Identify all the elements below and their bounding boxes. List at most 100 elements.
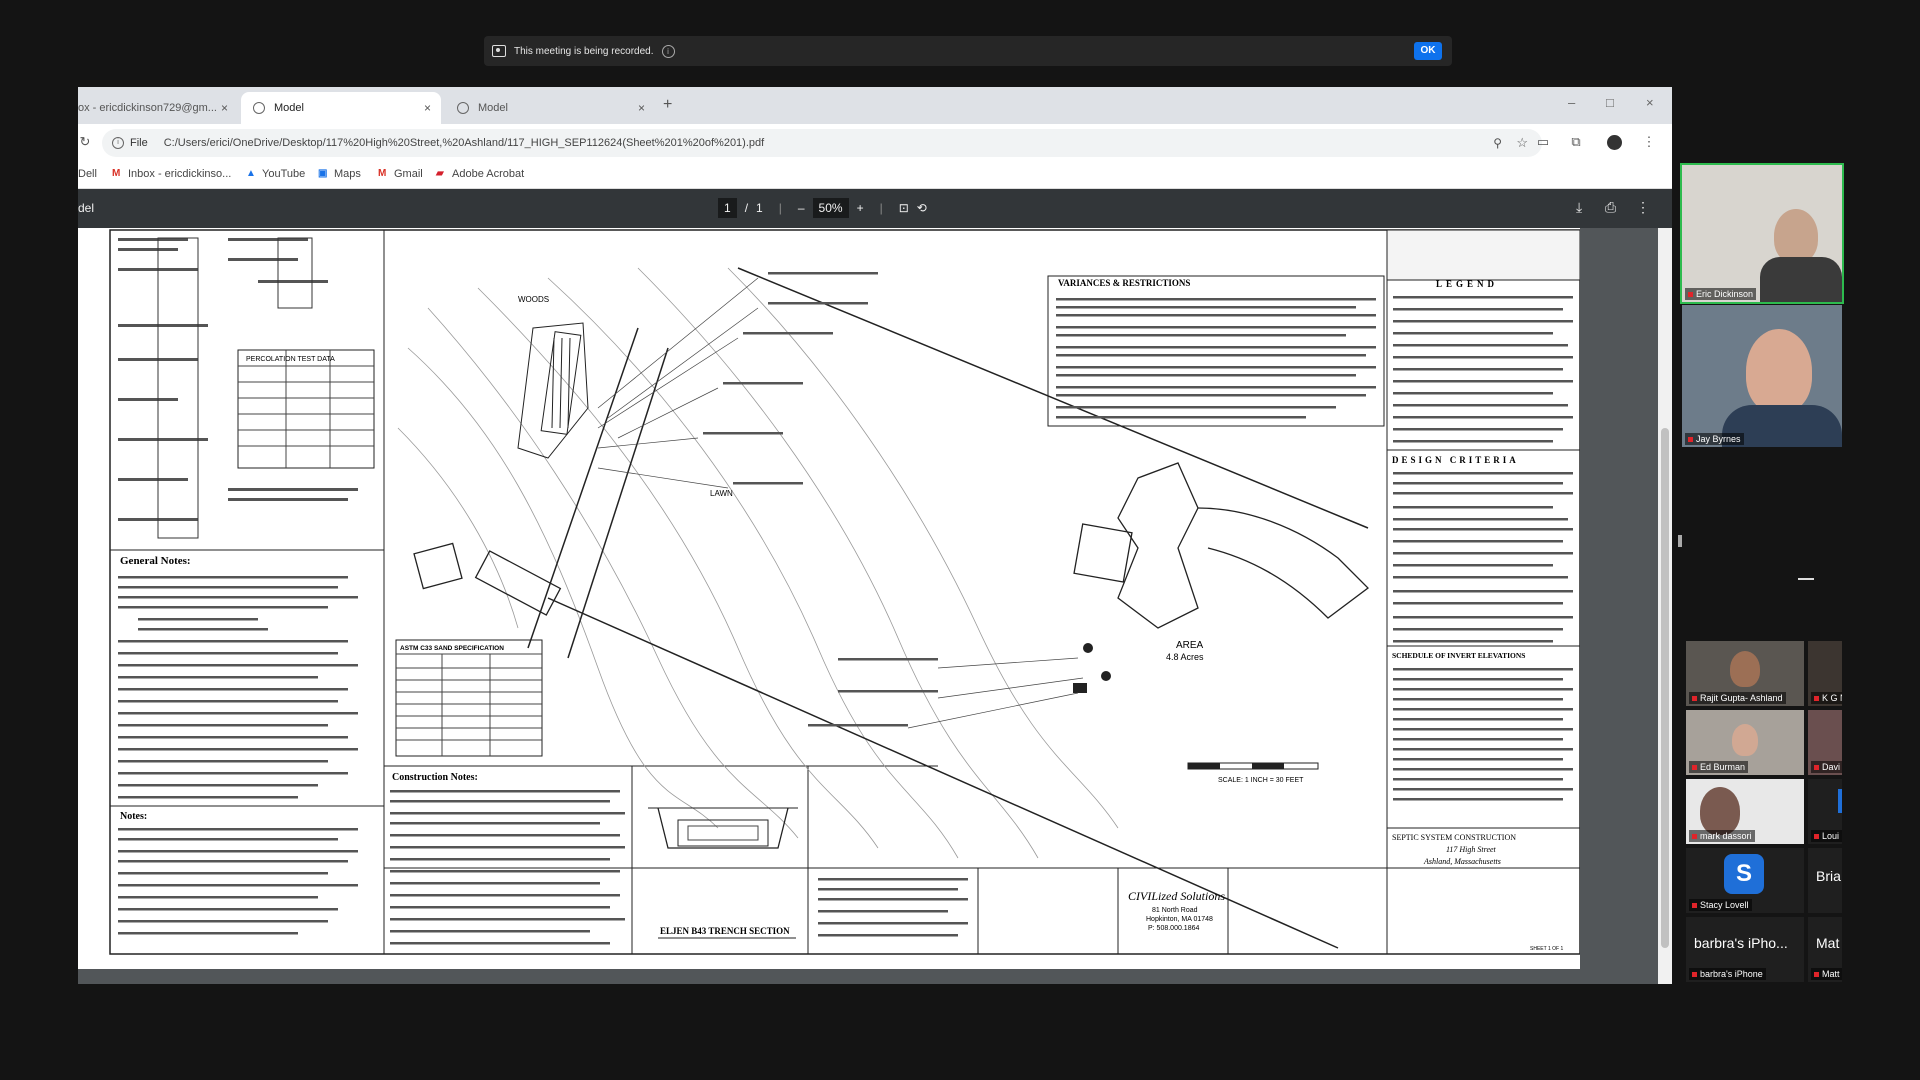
zoom-out-button[interactable]: – (798, 201, 805, 215)
address-bar[interactable]: i File C:/Users/erici/OneDrive/Desktop/1… (102, 129, 1542, 157)
bookmark-inbox[interactable]: M Inbox - ericdickinso... (112, 168, 231, 180)
info-icon[interactable]: i (661, 44, 675, 58)
pdf-toolbar: del 1 / 1 | – 50% + | ⊡ ⟲ ⤓ ⎙ ⋮ (78, 189, 1672, 228)
astm-title: ASTM C33 SAND SPECIFICATION (400, 645, 504, 652)
participant-tile-stacy-lovell[interactable]: S Stacy Lovell (1686, 848, 1804, 913)
pdf-scrollbar[interactable] (1658, 228, 1672, 984)
pdf-title: del (78, 201, 95, 215)
participant-video (1746, 329, 1812, 413)
participant-name: Ed Burman (1689, 761, 1749, 773)
area-value: 4.8 Acres (1166, 652, 1204, 662)
participant-tile-ed-burman[interactable]: Ed Burman (1686, 710, 1804, 775)
participant-tile-barbras-iphone[interactable]: barbra's iPho... barbra's iPhone (1686, 917, 1804, 982)
maximize-button[interactable]: □ (1606, 95, 1614, 110)
participant-video (1774, 209, 1818, 263)
recording-banner: This meeting is being recorded. i OK (484, 36, 1452, 66)
bookmark-youtube[interactable]: ▲ YouTube (246, 168, 305, 180)
page-separator: / (744, 201, 749, 215)
print-icon[interactable]: ⎙ (1605, 199, 1616, 216)
address-scheme-label: File (130, 137, 148, 149)
invert-title: SCHEDULE OF INVERT ELEVATIONS (1392, 651, 1525, 660)
participant-tile-k-g[interactable]: K G Ne (1808, 641, 1842, 706)
bookmark-adobe-acrobat[interactable]: ▰ Adobe Acrobat (436, 168, 524, 180)
firm-address-1: 81 North Road (1152, 907, 1198, 914)
bookmark-label: YouTube (262, 168, 306, 180)
participant-video (1700, 787, 1740, 835)
collapse-gallery-icon[interactable] (1798, 578, 1814, 580)
more-options-icon[interactable]: ⋮ (1636, 199, 1650, 216)
maps-icon: ▣ (318, 168, 328, 179)
zoom-level-input[interactable]: 50% (812, 198, 849, 218)
trench-section-title: ELJEN B43 TRENCH SECTION (660, 926, 790, 936)
reload-icon[interactable]: ↻ (78, 135, 92, 149)
rotate-icon[interactable]: ⟲ (917, 201, 927, 215)
info-icon[interactable]: i (112, 137, 124, 149)
close-tab-icon[interactable]: × (424, 101, 431, 115)
bookmark-star-icon[interactable]: ☆ (1516, 135, 1528, 151)
drawing-sheet: PERCOLATION TEST DATA General Notes: Not… (78, 228, 1580, 969)
pdf-viewport[interactable]: PERCOLATION TEST DATA General Notes: Not… (78, 228, 1672, 984)
profile-avatar-icon[interactable] (1607, 135, 1622, 150)
download-icon[interactable]: ⤓ (1576, 199, 1582, 216)
tab-label: Model (274, 102, 304, 114)
bookmark-label: Dell (78, 168, 97, 180)
percolation-title: PERCOLATION TEST DATA (246, 356, 335, 363)
participant-tile-rajit-gupta[interactable]: Rajit Gupta- Ashland (1686, 641, 1804, 706)
participant-name: mark dassori (1689, 830, 1755, 842)
participant-tile-bria[interactable]: Bria (1808, 848, 1842, 913)
new-tab-button[interactable]: + (663, 96, 672, 114)
legend-title: LEGEND (1436, 279, 1498, 289)
participant-tile-jay-byrnes[interactable]: Jay Byrnes (1682, 305, 1842, 447)
tab-model[interactable]: Model × (445, 92, 655, 124)
bookmark-label: Maps (334, 168, 361, 180)
zoom-search-icon[interactable]: ⚲ (1493, 136, 1502, 150)
participant-name: Stacy Lovell (1689, 899, 1752, 911)
participant-tile-loui[interactable]: Loui (1808, 779, 1842, 844)
participant-tile-matt[interactable]: Mat Matt (1808, 917, 1842, 982)
area-label: AREA (1176, 640, 1204, 651)
firm-name: CIVILized Solutions (1128, 889, 1225, 903)
scrollbar-thumb[interactable] (1661, 428, 1669, 948)
participant-name: Matt (1811, 968, 1842, 980)
fit-page-icon[interactable]: ⊡ (899, 201, 909, 215)
browser-window: ox - ericdickinson729@gm... × Model × Mo… (78, 87, 1672, 984)
tab-search-icon[interactable]: ▭ (1536, 135, 1550, 149)
address-url[interactable]: C:/Users/erici/OneDrive/Desktop/117%20Hi… (164, 137, 764, 149)
variances-title: VARIANCES & RESTRICTIONS (1058, 278, 1190, 288)
tab-label: Model (478, 102, 508, 114)
close-window-button[interactable]: × (1646, 95, 1654, 110)
page-number-input[interactable]: 1 (718, 198, 737, 218)
participant-tile-eric-dickinson[interactable]: Eric Dickinson (1680, 163, 1844, 304)
gmail-icon: M (378, 168, 387, 179)
menu-icon[interactable]: ⋮ (1642, 135, 1656, 149)
participant-tile-davi[interactable]: Davi (1808, 710, 1842, 775)
firm-address-2: Hopkinton, MA 01748 (1146, 916, 1213, 923)
acrobat-icon: ▰ (436, 168, 444, 179)
bookmark-maps[interactable]: ▣ Maps (318, 168, 361, 180)
extensions-icon[interactable]: ⧉ (1569, 135, 1583, 149)
globe-icon (457, 102, 469, 114)
lawn-label: LAWN (710, 489, 733, 498)
bookmarks-bar: Dell M Inbox - ericdickinso... ▲ YouTube ▣… (78, 162, 1672, 189)
tab-model-active[interactable]: Model × (241, 92, 441, 124)
close-tab-icon[interactable]: × (638, 101, 645, 115)
panel-divider-handle[interactable] (1678, 535, 1682, 547)
woods-label: WOODS (518, 295, 549, 304)
zoom-in-button[interactable]: + (857, 201, 864, 215)
close-tab-icon[interactable]: × (221, 101, 228, 115)
drive-icon: ▲ (246, 168, 256, 179)
tab-label: ox - ericdickinson729@gm... (78, 102, 217, 114)
participant-tile-mark-dassori[interactable]: mark dassori (1686, 779, 1804, 844)
participant-name-large: Mat (1816, 935, 1840, 951)
page-total: 1 (756, 201, 763, 215)
minimize-button[interactable]: – (1568, 95, 1575, 110)
general-notes-title: General Notes: (120, 555, 191, 567)
bookmark-label: Gmail (394, 168, 423, 180)
tab-inbox[interactable]: ox - ericdickinson729@gm... × (78, 92, 238, 124)
participant-name: Rajit Gupta- Ashland (1689, 692, 1786, 704)
participant-video (1730, 651, 1760, 687)
bookmark-dell[interactable]: Dell (78, 168, 97, 180)
recording-ok-button[interactable]: OK (1414, 42, 1442, 60)
bookmark-gmail[interactable]: M Gmail (378, 168, 423, 180)
participant-name: Jay Byrnes (1685, 433, 1744, 445)
